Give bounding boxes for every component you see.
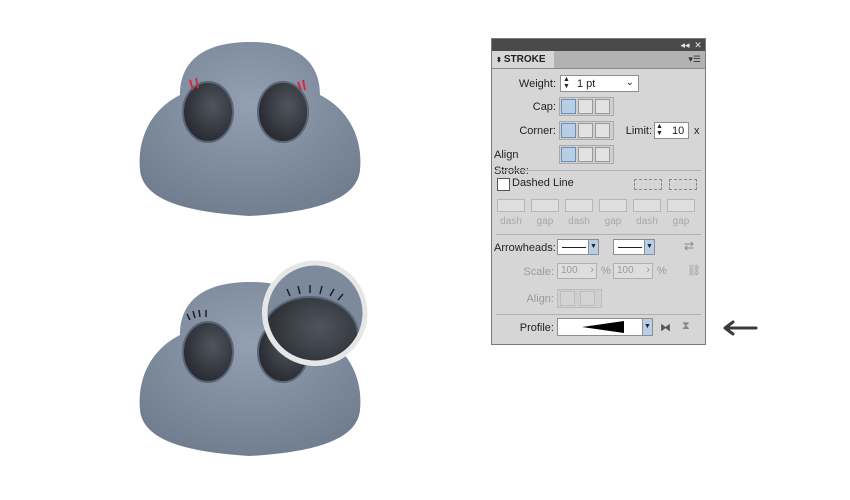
tab-toggle-icon[interactable]: ⬍ [496,57,502,64]
width-profile-icon [582,321,624,333]
panel-titlebar[interactable]: ◂◂ ✕ [492,39,705,51]
corner-buttons [559,121,614,140]
link-scale-icon[interactable]: ⛓ [687,264,701,277]
cap-label: Cap: [532,101,556,113]
arrowheads-label: Arrowheads: [494,242,556,254]
limit-suffix: x [694,125,700,137]
end-scale-field[interactable]: 100 › [613,263,653,279]
gap-label-1: gap [536,216,554,227]
gap-label-3: gap [672,216,690,227]
arrow-align-buttons [557,289,602,308]
arrow-left-icon [723,320,758,336]
end-scale-value: 100 [617,265,634,276]
profile-label: Profile: [519,322,554,334]
top-character-body [139,42,361,216]
collapse-icon[interactable]: ◂◂ [679,39,691,51]
top-character [139,42,361,216]
top-left-eye [182,81,234,143]
corner-label: Corner: [519,125,556,137]
separator-2 [496,234,701,235]
round-cap-button[interactable] [578,99,593,114]
bottom-character [139,260,368,456]
miter-join-button[interactable] [561,123,576,138]
limit-field[interactable]: ▲ ▼ 10 [654,122,689,139]
align-center-button[interactable] [561,147,576,162]
align-outside-button[interactable] [595,147,610,162]
start-arrowhead-select[interactable]: ▼ [557,239,599,255]
close-icon[interactable]: ✕ [692,39,704,51]
flip-along-icon[interactable]: ⧓ [660,321,671,334]
separator-3 [496,314,701,315]
round-join-button[interactable] [578,123,593,138]
chevron-down-icon[interactable]: ⌄ [626,76,634,90]
align-label: Align: [526,293,554,305]
extend-arrow-button[interactable] [560,291,575,306]
bottom-left-eye [182,321,234,383]
preserve-dash-button[interactable] [634,179,662,190]
weight-field[interactable]: ▲ ▼ 1 pt ⌄ [560,75,639,92]
gap-field-1[interactable] [531,199,559,212]
dash-field-1[interactable] [497,199,525,212]
projecting-cap-button[interactable] [595,99,610,114]
panel-menu-icon[interactable]: ▾☰ [688,54,701,65]
scale-label: Scale: [523,266,554,278]
weight-stepper-icon[interactable]: ▲ ▼ [562,76,571,90]
dash-field-2[interactable] [565,199,593,212]
scale-arrow-icon[interactable]: › [646,264,650,276]
align-inside-button[interactable] [578,147,593,162]
panel-tabbar: ⬍ STROKE ▾☰ [492,51,705,69]
chevron-down-icon[interactable]: ▼ [588,240,598,254]
stroke-panel: ◂◂ ✕ ⬍ STROKE ▾☰ Weight: ▲ ▼ 1 pt ⌄ Cap: C… [491,38,706,345]
end-arrowhead-select[interactable]: ▼ [613,239,655,255]
gap-field-2[interactable] [599,199,627,212]
align-dash-button[interactable] [669,179,697,190]
limit-value: 10 [672,125,685,137]
chevron-down-icon[interactable]: ▼ [644,240,654,254]
top-right-eye [257,81,309,143]
align-stroke-label: Align Stroke: [494,149,529,177]
dash-label-1: dash [500,216,522,227]
flip-across-icon[interactable]: ⧗ [682,320,690,333]
dash-label-3: dash [636,216,658,227]
chevron-down-icon[interactable]: ▼ [642,319,652,335]
align-stroke-buttons [559,145,614,164]
dashed-line-label: Dashed Line [512,177,574,189]
bevel-join-button[interactable] [595,123,610,138]
butt-cap-button[interactable] [561,99,576,114]
start-scale-field[interactable]: 100 › [557,263,597,279]
character-illustration [139,42,368,456]
dash-field-3[interactable] [633,199,661,212]
limit-label: Limit: [625,125,652,137]
scale-arrow-icon[interactable]: › [590,264,594,276]
swap-arrowheads-icon[interactable]: ⇄ [684,239,694,253]
percent-1: % [601,265,611,277]
start-scale-value: 100 [561,265,578,276]
tab-stroke[interactable]: ⬍ STROKE [492,51,554,68]
gap-label-2: gap [604,216,622,227]
profile-select[interactable]: ▼ [557,318,653,336]
gap-field-3[interactable] [667,199,695,212]
weight-value: 1 pt [577,78,596,90]
place-arrow-button[interactable] [580,291,595,306]
weight-label: Weight: [518,78,556,90]
dash-label-2: dash [568,216,590,227]
dashed-line-checkbox[interactable] [497,178,510,191]
separator-1 [496,170,701,171]
cap-buttons [559,97,614,116]
percent-2: % [657,265,667,277]
limit-stepper-icon[interactable]: ▲ ▼ [656,123,663,137]
